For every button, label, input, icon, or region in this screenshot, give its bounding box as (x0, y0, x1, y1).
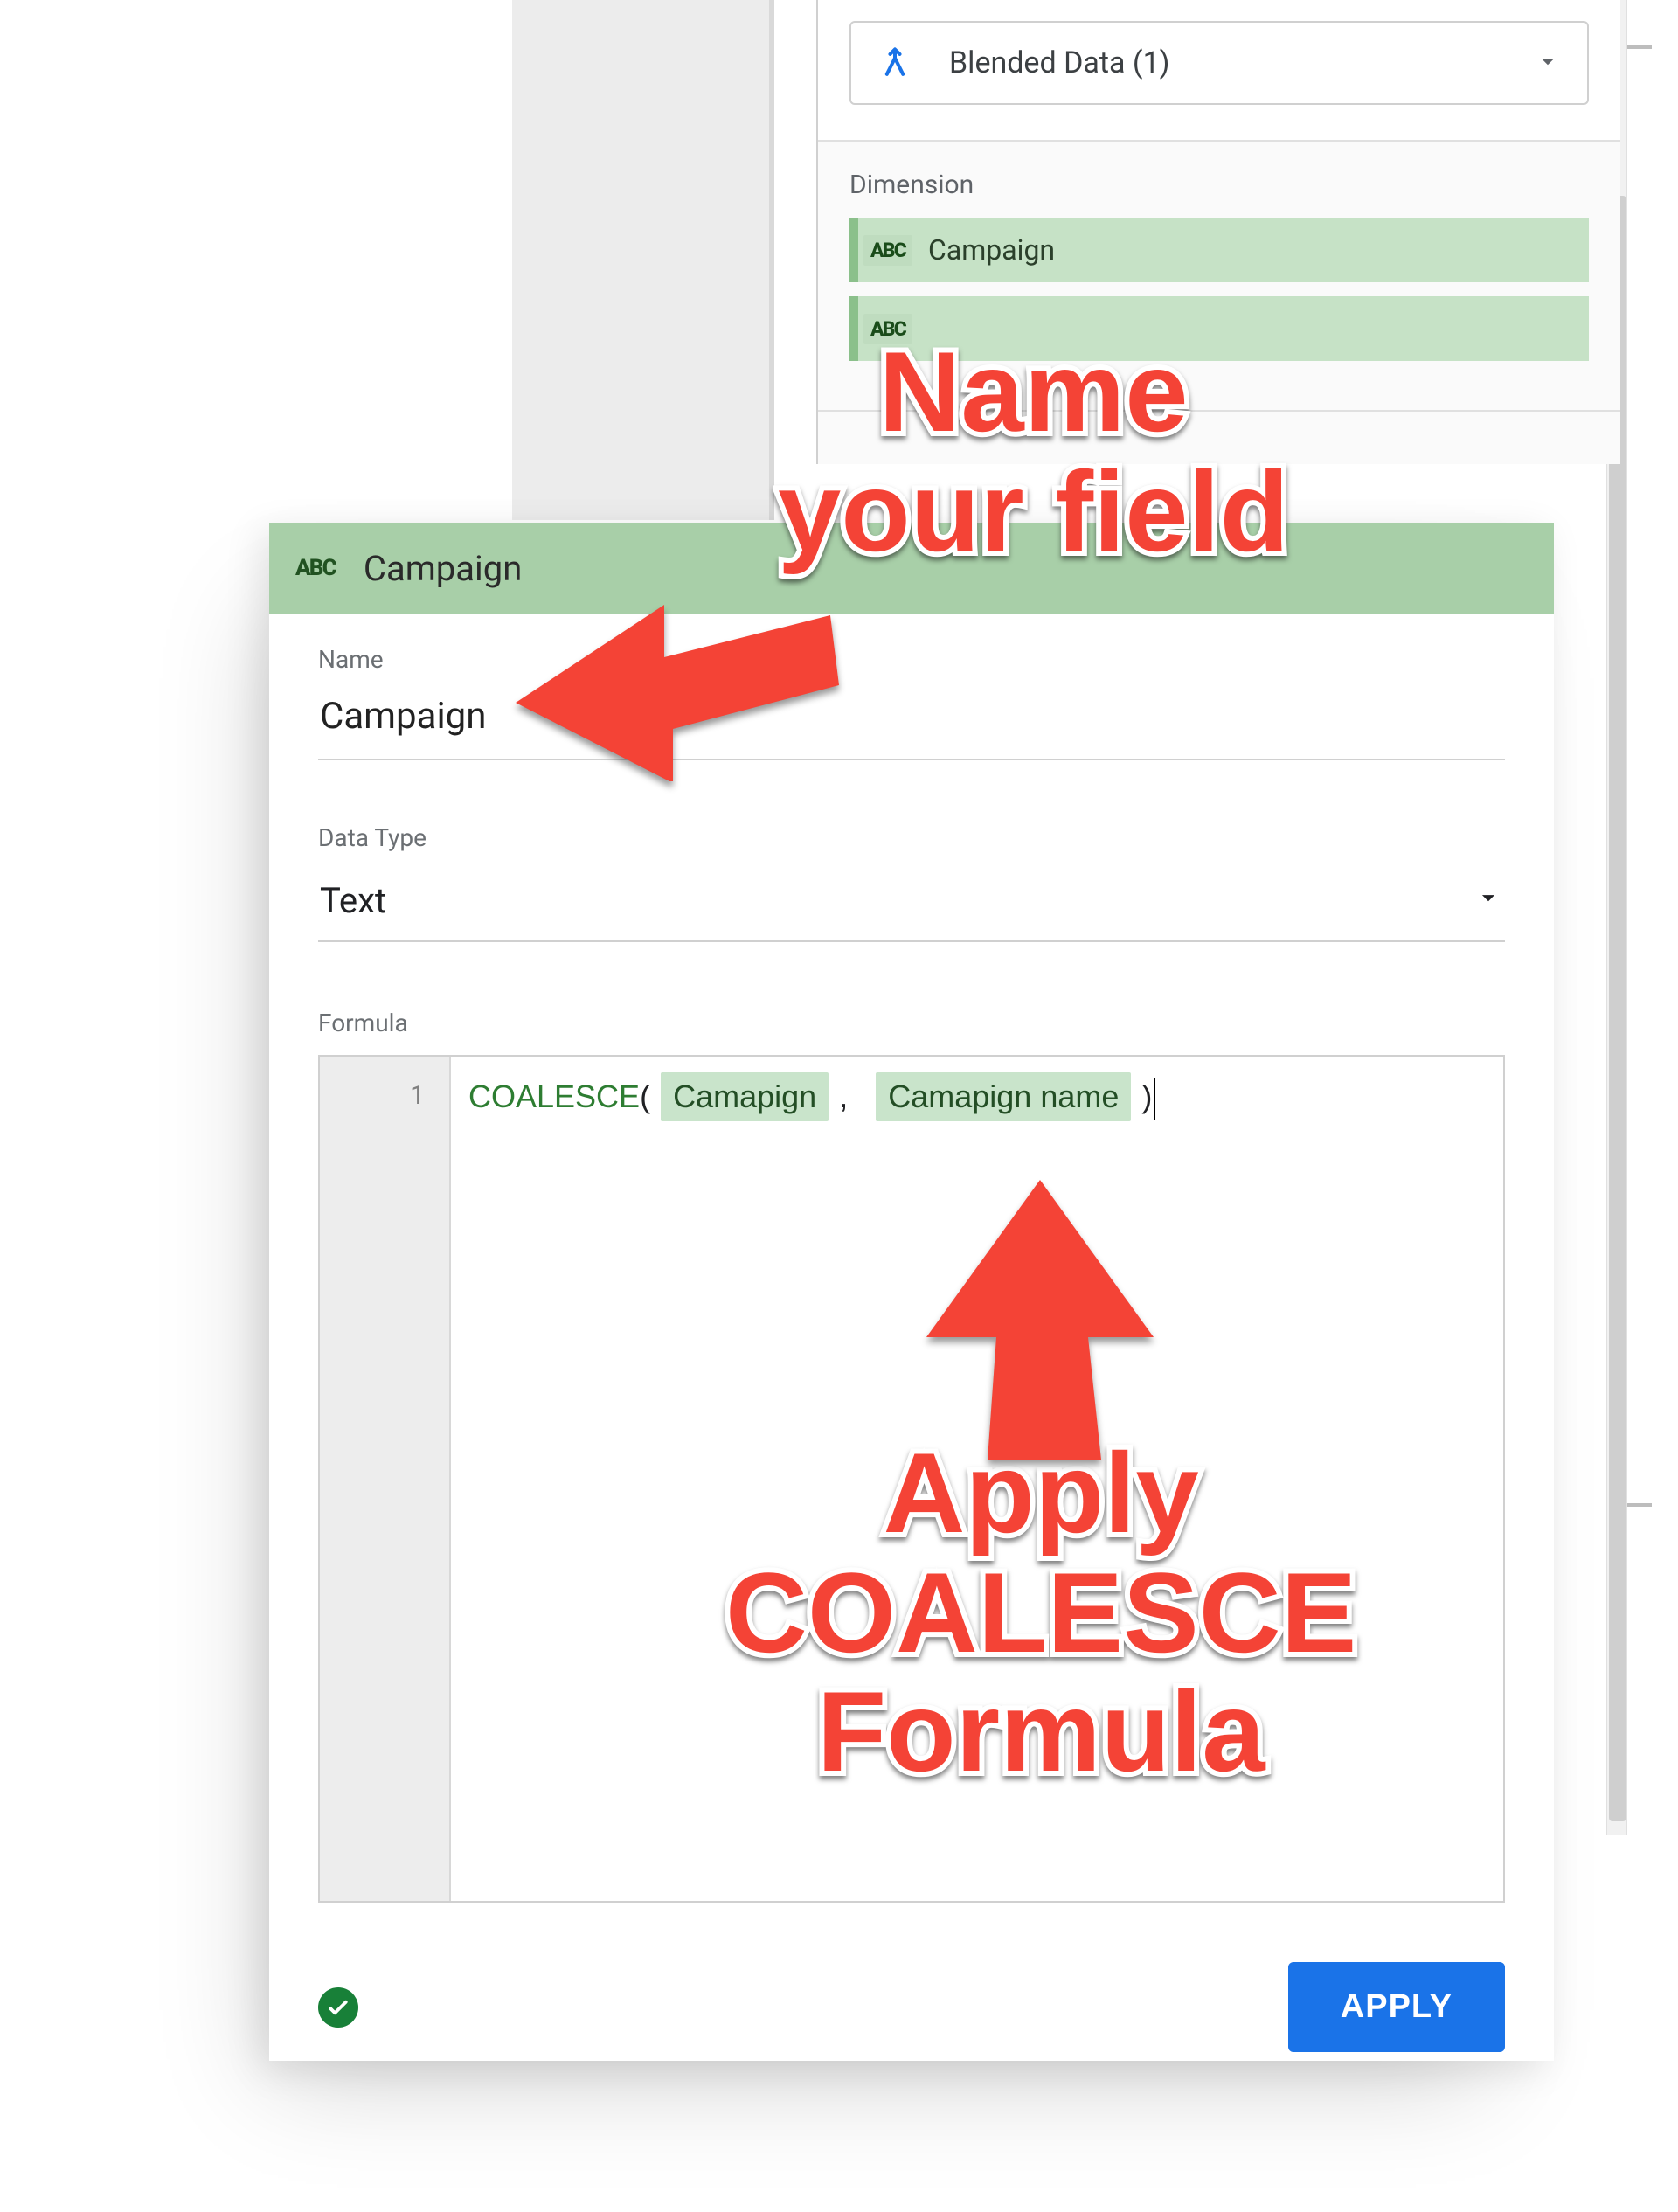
data-type-select[interactable]: Text (318, 870, 1505, 942)
data-source-select[interactable]: Blended Data (1) (849, 21, 1589, 105)
line-gutter: 1 (320, 1057, 451, 1901)
field-name-input[interactable] (318, 691, 1505, 760)
data-type-label: Data Type (318, 823, 1505, 852)
text-cursor (1154, 1078, 1155, 1120)
type-badge: ABC (288, 551, 343, 585)
paren-close: ) (1141, 1078, 1152, 1114)
data-source-section: Blended Data (1) (818, 0, 1620, 142)
panel-divider-mark (1627, 1503, 1652, 1507)
canvas-background (512, 0, 774, 520)
validation-ok-icon (318, 1987, 358, 2028)
formula-arg: Camapign (661, 1072, 829, 1121)
dimension-field[interactable]: ABC Campaign (849, 218, 1589, 282)
chevron-down-icon (1533, 46, 1563, 80)
separator: , (839, 1078, 848, 1114)
formula-arg: Camapign name (876, 1072, 1131, 1121)
calculated-field-editor: ABC Campaign Name Data Type Text Formula… (269, 523, 1554, 2061)
dimension-field-label: Campaign (928, 233, 1055, 267)
formula-label: Formula (318, 1009, 1505, 1037)
annotation-formula: Apply COALESCE Formula (725, 1433, 1356, 1792)
data-type-value: Text (320, 880, 386, 921)
blend-icon (876, 44, 914, 82)
line-number: 1 (320, 1072, 449, 1120)
chevron-down-icon (1473, 880, 1503, 921)
type-badge: ABC (863, 235, 912, 266)
editor-footer: APPLY (269, 1929, 1554, 2061)
formula-function: COALESCE (468, 1078, 640, 1114)
dimension-title: Dimension (849, 170, 1589, 200)
editor-header-title: Campaign (364, 548, 522, 589)
panel-divider-mark (1627, 45, 1652, 49)
apply-button[interactable]: APPLY (1288, 1962, 1505, 2052)
paren-open: ( (640, 1078, 650, 1114)
annotation-arrow-left (516, 554, 839, 781)
annotation-name-field: Name your field (778, 332, 1289, 571)
annotation-arrow-up (926, 1180, 1154, 1460)
name-label: Name (318, 645, 1505, 674)
data-source-label: Blended Data (1) (949, 45, 1533, 80)
